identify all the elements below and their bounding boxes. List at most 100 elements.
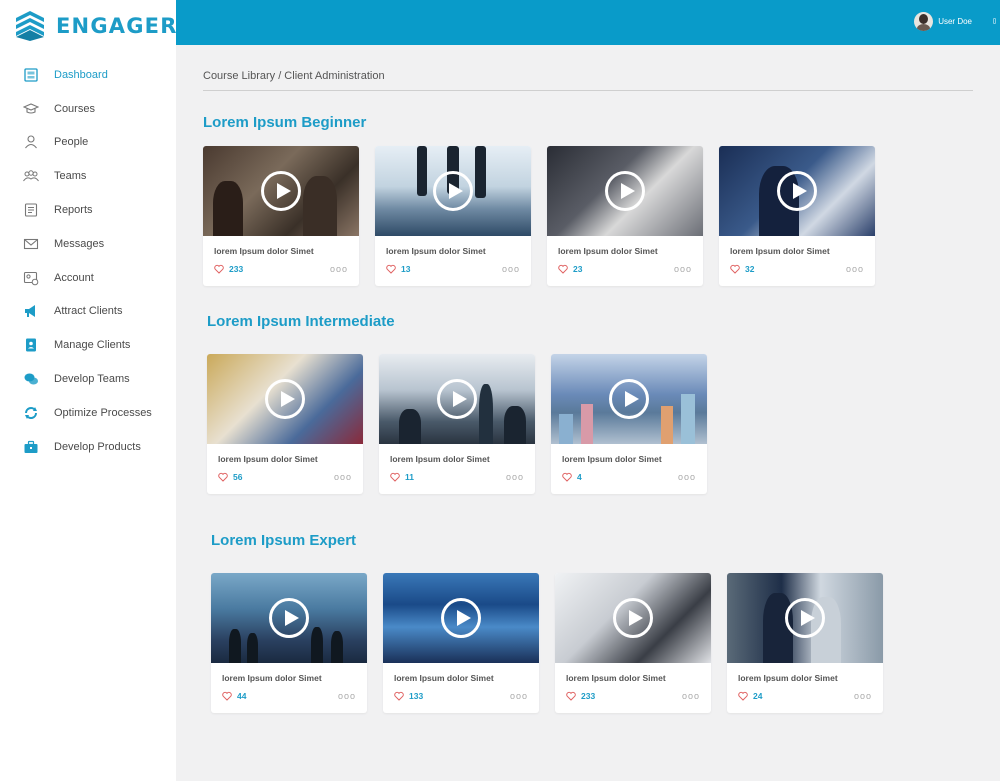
course-card[interactable]: lorem Ipsum dolor Simet 233 ooo — [555, 573, 711, 713]
account-icon — [22, 269, 40, 287]
section-title-beginner: Lorem Ipsum Beginner — [203, 114, 367, 131]
course-card[interactable]: lorem Ipsum dolor Simet 56 ooo — [207, 354, 363, 494]
sidebar-item-optimize-processes[interactable]: Optimize Processes — [0, 396, 176, 430]
user-menu-toggle-icon[interactable] — [993, 18, 996, 24]
more-options-icon[interactable]: ooo — [846, 264, 864, 274]
heart-icon[interactable] — [566, 691, 576, 701]
heart-icon[interactable] — [218, 472, 228, 482]
course-meta: 56 ooo — [207, 464, 363, 482]
heart-icon[interactable] — [558, 264, 568, 274]
logo[interactable]: ENGAGER — [14, 10, 178, 42]
like-count: 56 — [233, 472, 243, 482]
play-icon[interactable] — [613, 598, 653, 638]
contact-book-icon — [22, 336, 40, 354]
play-icon[interactable] — [269, 598, 309, 638]
sidebar-item-develop-products[interactable]: Develop Products — [0, 430, 176, 464]
course-title: lorem Ipsum dolor Simet — [562, 454, 662, 464]
sidebar-item-label: Account — [54, 271, 94, 284]
play-icon[interactable] — [441, 598, 481, 638]
heart-icon[interactable] — [562, 472, 572, 482]
play-icon[interactable] — [785, 598, 825, 638]
more-options-icon[interactable]: ooo — [502, 264, 520, 274]
course-meta: 133 ooo — [383, 683, 539, 701]
sidebar-item-dashboard[interactable]: Dashboard — [0, 58, 176, 92]
more-options-icon[interactable]: ooo — [682, 691, 700, 701]
section-title-expert: Lorem Ipsum Expert — [211, 532, 357, 549]
course-meta: 23 ooo — [547, 256, 703, 274]
course-thumbnail — [383, 573, 539, 663]
course-card[interactable]: lorem Ipsum dolor Simet 13 ooo — [375, 146, 531, 286]
play-icon[interactable] — [265, 379, 305, 419]
sidebar-nav: Dashboard Courses People Teams Reports M… — [0, 58, 176, 464]
more-options-icon[interactable]: ooo — [678, 472, 696, 482]
megaphone-icon — [22, 302, 40, 320]
more-options-icon[interactable]: ooo — [330, 264, 348, 274]
sidebar-item-courses[interactable]: Courses — [0, 92, 176, 126]
course-thumbnail — [211, 573, 367, 663]
course-thumbnail — [551, 354, 707, 444]
play-icon[interactable] — [609, 379, 649, 419]
sidebar-item-label: Optimize Processes — [54, 406, 152, 419]
sidebar-item-label: Messages — [54, 237, 105, 250]
sidebar-item-account[interactable]: Account — [0, 261, 176, 295]
user-name: User Doe — [938, 17, 972, 26]
heart-icon[interactable] — [386, 264, 396, 274]
sidebar-item-develop-teams[interactable]: Develop Teams — [0, 362, 176, 396]
more-options-icon[interactable]: ooo — [334, 472, 352, 482]
course-card[interactable]: lorem Ipsum dolor Simet 24 ooo — [727, 573, 883, 713]
more-options-icon[interactable]: ooo — [674, 264, 692, 274]
more-options-icon[interactable]: ooo — [338, 691, 356, 701]
sidebar-item-people[interactable]: People — [0, 126, 176, 160]
more-options-icon[interactable]: ooo — [506, 472, 524, 482]
breadcrumb-divider — [203, 90, 973, 91]
play-icon[interactable] — [437, 379, 477, 419]
course-card[interactable]: lorem Ipsum dolor Simet 4 ooo — [551, 354, 707, 494]
sidebar-item-teams[interactable]: Teams — [0, 159, 176, 193]
briefcase-icon — [22, 438, 40, 456]
course-title: lorem Ipsum dolor Simet — [218, 454, 318, 464]
course-row-expert: lorem Ipsum dolor Simet 44 ooo lorem Ips… — [211, 573, 883, 713]
heart-icon[interactable] — [738, 691, 748, 701]
course-title: lorem Ipsum dolor Simet — [566, 673, 666, 683]
engager-logo-icon — [16, 11, 44, 41]
play-icon[interactable] — [605, 171, 645, 211]
team-icon — [22, 167, 40, 185]
heart-icon[interactable] — [394, 691, 404, 701]
course-card[interactable]: lorem Ipsum dolor Simet 44 ooo — [211, 573, 367, 713]
course-thumbnail — [379, 354, 535, 444]
course-card[interactable]: lorem Ipsum dolor Simet 32 ooo — [719, 146, 875, 286]
heart-icon[interactable] — [214, 264, 224, 274]
sidebar-item-label: Dashboard — [54, 68, 108, 81]
chat-bubbles-icon — [22, 370, 40, 388]
person-icon — [22, 133, 40, 151]
sidebar-item-manage-clients[interactable]: Manage Clients — [0, 328, 176, 362]
heart-icon[interactable] — [730, 264, 740, 274]
course-row-beginner: lorem Ipsum dolor Simet 233 ooo lorem Ip… — [203, 146, 875, 286]
more-options-icon[interactable]: ooo — [854, 691, 872, 701]
heart-icon[interactable] — [222, 691, 232, 701]
user-menu[interactable]: User Doe — [914, 12, 972, 31]
sidebar: ENGAGER Dashboard Courses People Teams R… — [0, 0, 176, 781]
like-count: 23 — [573, 264, 583, 274]
course-meta: 44 ooo — [211, 683, 367, 701]
like-count: 13 — [401, 264, 411, 274]
play-icon[interactable] — [433, 171, 473, 211]
sidebar-item-attract-clients[interactable]: Attract Clients — [0, 295, 176, 329]
sidebar-item-label: Develop Teams — [54, 373, 130, 386]
play-icon[interactable] — [777, 171, 817, 211]
course-card[interactable]: lorem Ipsum dolor Simet 23 ooo — [547, 146, 703, 286]
sidebar-item-messages[interactable]: Messages — [0, 227, 176, 261]
course-meta: 13 ooo — [375, 256, 531, 274]
course-card[interactable]: lorem Ipsum dolor Simet 233 ooo — [203, 146, 359, 286]
more-options-icon[interactable]: ooo — [510, 691, 528, 701]
course-card[interactable]: lorem Ipsum dolor Simet 133 ooo — [383, 573, 539, 713]
play-icon[interactable] — [261, 171, 301, 211]
sidebar-item-reports[interactable]: Reports — [0, 193, 176, 227]
course-card[interactable]: lorem Ipsum dolor Simet 11 ooo — [379, 354, 535, 494]
avatar[interactable] — [914, 12, 934, 31]
course-meta: 4 ooo — [551, 464, 707, 482]
heart-icon[interactable] — [390, 472, 400, 482]
course-title: lorem Ipsum dolor Simet — [390, 454, 490, 464]
like-count: 24 — [753, 691, 763, 701]
sidebar-item-label: Develop Products — [54, 440, 141, 453]
